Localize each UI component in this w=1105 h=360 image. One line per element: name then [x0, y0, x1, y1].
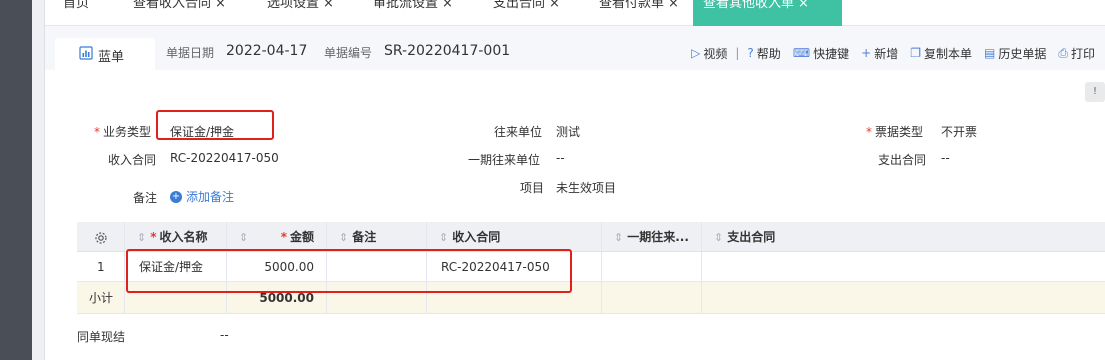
- tab-expense-contract[interactable]: 支出合同 ×: [493, 0, 560, 26]
- invoice-type-value[interactable]: 不开票: [941, 123, 977, 140]
- project-value[interactable]: 未生效项目: [556, 179, 616, 196]
- plus-circle-icon: +: [170, 190, 182, 203]
- doc-date-label: 单据日期: [166, 46, 215, 60]
- subtotal-label: 小计: [77, 282, 125, 313]
- tab-home[interactable]: 首页: [63, 0, 89, 26]
- tab-view-other-income[interactable]: 查看其他收入单 ×: [693, 0, 842, 26]
- collapse-gutter: [32, 0, 45, 360]
- doc-number-value: SR-20220417-001: [384, 43, 511, 59]
- partner-value[interactable]: 测试: [556, 123, 580, 140]
- help-icon: ?: [747, 46, 754, 60]
- tab-approval-flow[interactable]: 审批流设置 ×: [373, 0, 453, 26]
- chart-icon: [79, 46, 93, 60]
- toolbar-divider: |: [735, 46, 740, 60]
- doc-number-label: 单据编号: [324, 46, 373, 60]
- print-button[interactable]: ⎙ 打印: [1058, 45, 1095, 62]
- header-expense-contract[interactable]: ⇕ 支出合同: [702, 222, 1105, 251]
- row-index: 1: [77, 252, 125, 281]
- doc-type-label: 蓝单: [98, 50, 125, 65]
- highlight-box-row: [126, 249, 572, 293]
- close-icon[interactable]: ×: [668, 0, 679, 11]
- sort-icon[interactable]: ⇕: [339, 231, 348, 244]
- gear-icon: [94, 231, 107, 244]
- expense-contract-label: 支出合同: [878, 153, 927, 167]
- app-sidebar-strip: [0, 0, 32, 360]
- highlight-box-biz-type: [156, 110, 274, 140]
- info-icon: !: [1092, 86, 1097, 97]
- history-button[interactable]: ▤ 历史单据: [984, 45, 1046, 62]
- income-contract-label: 收入合同: [108, 153, 157, 167]
- copy-button[interactable]: ❐ 复制本单: [910, 45, 972, 62]
- side-panel-toggle[interactable]: !: [1085, 82, 1105, 102]
- tab-view-income-contract[interactable]: 查看收入合同 ×: [133, 0, 226, 26]
- tab-view-payment[interactable]: 查看付款单 ×: [599, 0, 679, 26]
- note-label: 备注: [133, 191, 158, 205]
- tab-bar: 首页 查看收入合同 × 选项设置 × 审批流设置 × 支出合同 × 查看付款单 × 查看其…: [45, 0, 1105, 26]
- help-button[interactable]: ? 帮助: [747, 45, 780, 62]
- play-icon: ▷: [691, 46, 701, 60]
- tab-option-settings[interactable]: 选项设置 ×: [267, 0, 334, 26]
- column-settings-button[interactable]: [77, 222, 125, 251]
- invoice-type-label: * 票据类型: [866, 125, 924, 139]
- sort-icon[interactable]: ⇕: [614, 231, 623, 244]
- partner-label: 往来单位: [494, 125, 543, 139]
- period-partner-value[interactable]: --: [556, 151, 565, 165]
- header-note[interactable]: ⇕ 备注: [327, 222, 427, 251]
- toolbar: ▷ 视频 | ? 帮助 ⌨ 快捷键 + 新增 ❐ 复制本单 ▤ 历史单据 ⎙ 打印: [679, 45, 1095, 61]
- document-icon: ▤: [984, 46, 996, 60]
- biz-type-label: * 业务类型: [94, 125, 152, 139]
- close-icon[interactable]: ×: [215, 0, 226, 11]
- sort-icon[interactable]: ⇕: [714, 231, 723, 244]
- plus-icon: +: [861, 46, 872, 60]
- header-amount[interactable]: ⇕ * 金额: [227, 222, 327, 251]
- close-icon[interactable]: ×: [798, 0, 809, 11]
- add-button[interactable]: + 新增: [861, 45, 898, 62]
- shortcut-button[interactable]: ⌨ 快捷键: [793, 45, 849, 62]
- doc-type-tab[interactable]: 蓝单: [55, 38, 155, 70]
- sort-icon[interactable]: ⇕: [239, 231, 248, 244]
- printer-icon: ⎙: [1058, 45, 1068, 60]
- close-icon[interactable]: ×: [323, 0, 334, 11]
- header-income-name[interactable]: ⇕ * 收入名称: [125, 222, 227, 251]
- project-label: 项目: [520, 181, 545, 195]
- header-income-contract[interactable]: ⇕ 收入合同: [427, 222, 602, 251]
- doc-date-value: 2022-04-17: [226, 43, 308, 59]
- settle-label: 同单现结: [77, 330, 126, 344]
- video-button[interactable]: ▷ 视频: [691, 45, 727, 62]
- sort-icon[interactable]: ⇕: [137, 231, 146, 244]
- copy-icon: ❐: [910, 46, 921, 60]
- cell-period-partner[interactable]: [602, 252, 702, 281]
- keyboard-icon: ⌨: [792, 46, 811, 60]
- income-contract-value[interactable]: RC-20220417-050: [170, 151, 279, 165]
- settle-value: --: [220, 328, 229, 342]
- expense-contract-value[interactable]: --: [941, 151, 950, 165]
- sort-icon[interactable]: ⇕: [439, 231, 448, 244]
- close-icon[interactable]: ×: [549, 0, 560, 11]
- period-partner-label: 一期往来单位: [468, 153, 541, 167]
- header-period-partner[interactable]: ⇕ 一期往来...: [602, 222, 702, 251]
- close-icon[interactable]: ×: [442, 0, 453, 11]
- add-note-button[interactable]: + 添加备注: [170, 188, 234, 205]
- cell-expense-contract[interactable]: [702, 252, 1105, 281]
- table-header: ⇕ * 收入名称 ⇕ * 金额 ⇕ 备注 ⇕ 收入合同 ⇕ 一期往来... ⇕ 支出合同: [77, 222, 1105, 252]
